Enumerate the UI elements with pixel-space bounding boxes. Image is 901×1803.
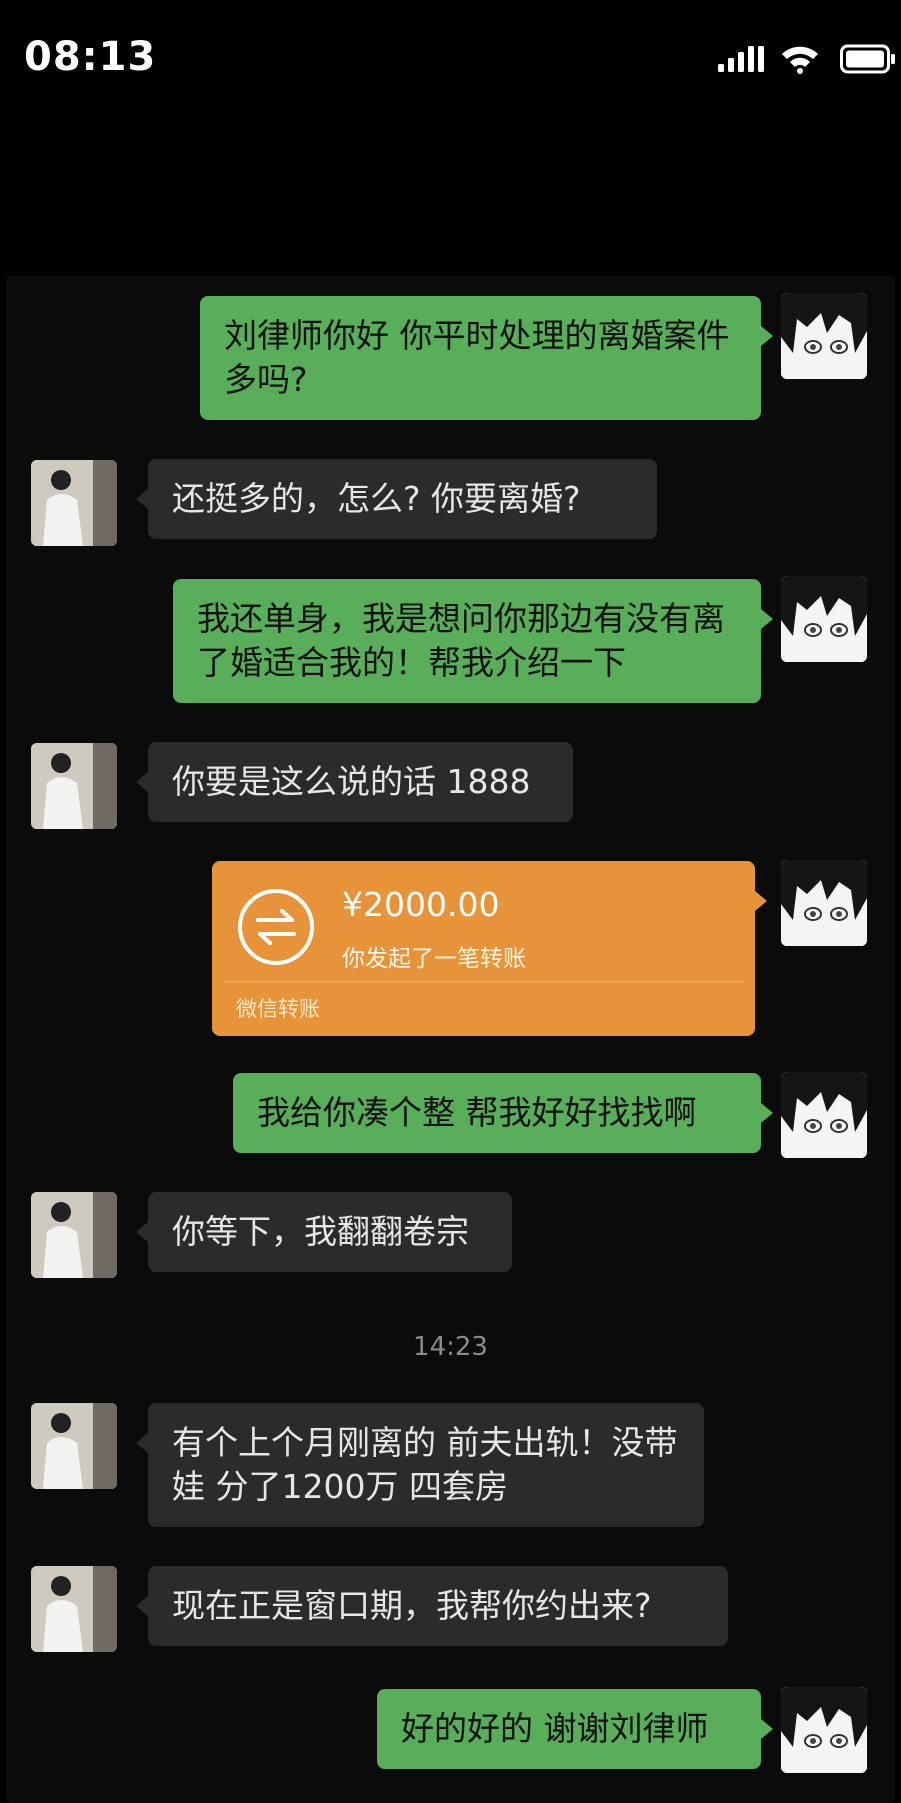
message-text: 有个上个月刚离的 前夫出轨！没带娃 分了1200万 四套房 (172, 1423, 678, 1506)
chat-timestamp: 14:23 (413, 1332, 488, 1362)
contact-avatar[interactable] (31, 460, 117, 546)
message-bubble[interactable]: 我还单身，我是想问你那边有没有离了婚适合我的！帮我介绍一下 (173, 579, 773, 703)
transfer-brand: 微信转账 (236, 997, 320, 1021)
anime-avatar-icon (781, 860, 867, 946)
my-avatar[interactable] (781, 860, 867, 946)
my-avatar[interactable] (781, 1072, 867, 1158)
divider (224, 981, 743, 982)
cellular-signal-icon (718, 46, 764, 72)
person-photo-icon (31, 743, 117, 829)
transfer-description: 你发起了一笔转账 (342, 946, 526, 972)
anime-avatar-icon (781, 293, 867, 379)
person-photo-icon (31, 1192, 117, 1278)
message-text: 我给你凑个整 帮我好好找找啊 (257, 1093, 697, 1132)
person-photo-icon (31, 1403, 117, 1489)
message-text: 你要是这么说的话 1888 (172, 762, 531, 801)
contact-avatar[interactable] (31, 1566, 117, 1652)
message-bubble[interactable]: 我给你凑个整 帮我好好找找啊 (233, 1073, 773, 1153)
chat-area[interactable]: 刘律师你好 你平时处理的离婚案件多吗? 还挺多的，怎么? 你要离婚? 我还单身，… (6, 276, 895, 1803)
message-text: 好的好的 谢谢刘律师 (401, 1709, 709, 1748)
message-bubble[interactable]: 现在正是窗口期，我帮你约出来? (136, 1566, 728, 1646)
transfer-card[interactable]: ¥2000.00 你发起了一笔转账 微信转账 (212, 861, 767, 1036)
transfer-arrows-icon (238, 889, 314, 965)
message-bubble[interactable]: 你要是这么说的话 1888 (136, 742, 573, 822)
battery-icon (840, 44, 895, 74)
message-text: 我还单身，我是想问你那边有没有离了婚适合我的！帮我介绍一下 (197, 599, 725, 682)
anime-avatar-icon (781, 1687, 867, 1773)
transfer-amount: ¥2000.00 (342, 885, 500, 924)
message-text: 现在正是窗口期，我帮你约出来? (172, 1586, 652, 1625)
message-text: 刘律师你好 你平时处理的离婚案件多吗? (224, 316, 730, 399)
wifi-icon (782, 46, 818, 74)
status-bar: 08:13 (0, 0, 901, 120)
message-text: 你等下，我翻翻卷宗 (172, 1212, 469, 1251)
message-bubble[interactable]: 还挺多的，怎么? 你要离婚? (136, 459, 657, 539)
my-avatar[interactable] (781, 293, 867, 379)
person-photo-icon (31, 1566, 117, 1652)
message-bubble[interactable]: 好的好的 谢谢刘律师 (377, 1689, 773, 1769)
person-photo-icon (31, 460, 117, 546)
anime-avatar-icon (781, 1072, 867, 1158)
my-avatar[interactable] (781, 1687, 867, 1773)
message-bubble[interactable]: 刘律师你好 你平时处理的离婚案件多吗? (200, 296, 773, 420)
message-bubble[interactable]: 有个上个月刚离的 前夫出轨！没带娃 分了1200万 四套房 (136, 1403, 704, 1527)
my-avatar[interactable] (781, 576, 867, 662)
contact-avatar[interactable] (31, 1192, 117, 1278)
status-time: 08:13 (24, 34, 157, 80)
anime-avatar-icon (781, 576, 867, 662)
contact-avatar[interactable] (31, 743, 117, 829)
message-bubble[interactable]: 你等下，我翻翻卷宗 (136, 1192, 512, 1272)
contact-avatar[interactable] (31, 1403, 117, 1489)
message-text: 还挺多的，怎么? 你要离婚? (172, 479, 581, 518)
